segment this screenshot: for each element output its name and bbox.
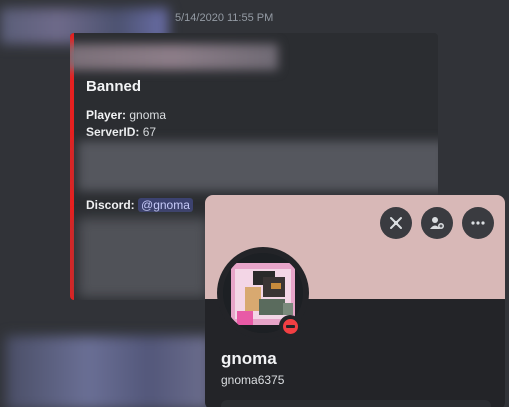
do-not-disturb-icon — [282, 318, 298, 334]
field-player-value: gnoma — [129, 108, 167, 122]
field-server-id: ServerID: 67 — [86, 125, 156, 139]
redacted-embed-header — [70, 44, 278, 70]
message-timestamp: 5/14/2020 11:55 PM — [175, 12, 274, 24]
more-options-button[interactable] — [462, 207, 494, 239]
embed-accent-bar — [70, 33, 74, 300]
add-friend-button[interactable] — [421, 207, 453, 239]
gift-nitro-icon — [390, 217, 402, 229]
redacted-embed-footer — [78, 218, 208, 298]
redacted-next-message — [6, 336, 211, 407]
field-discord: Discord: @gnoma — [86, 198, 193, 212]
embed-title: Banned — [86, 78, 142, 95]
profile-display-name: gnoma — [221, 349, 277, 368]
field-server-label: ServerID: — [86, 125, 140, 139]
discord-chat-view: 5/14/2020 11:55 PM Banned Player: gnoma … — [0, 0, 509, 407]
field-player: Player: gnoma — [86, 108, 166, 122]
user-mention[interactable]: @gnoma — [138, 198, 193, 212]
redacted-embed-fields — [78, 141, 438, 191]
field-server-value: 67 — [142, 125, 157, 139]
field-discord-label: Discord: — [86, 198, 135, 212]
profile-info-card — [221, 400, 491, 407]
gift-nitro-button[interactable] — [380, 207, 412, 239]
user-profile-popout: gnoma gnoma6375 — [205, 195, 505, 407]
profile-username[interactable]: gnoma6375 — [221, 373, 284, 387]
more-options-icon — [471, 221, 485, 225]
add-friend-icon — [430, 217, 444, 229]
status-indicator — [279, 315, 301, 337]
field-player-label: Player: — [86, 108, 127, 122]
